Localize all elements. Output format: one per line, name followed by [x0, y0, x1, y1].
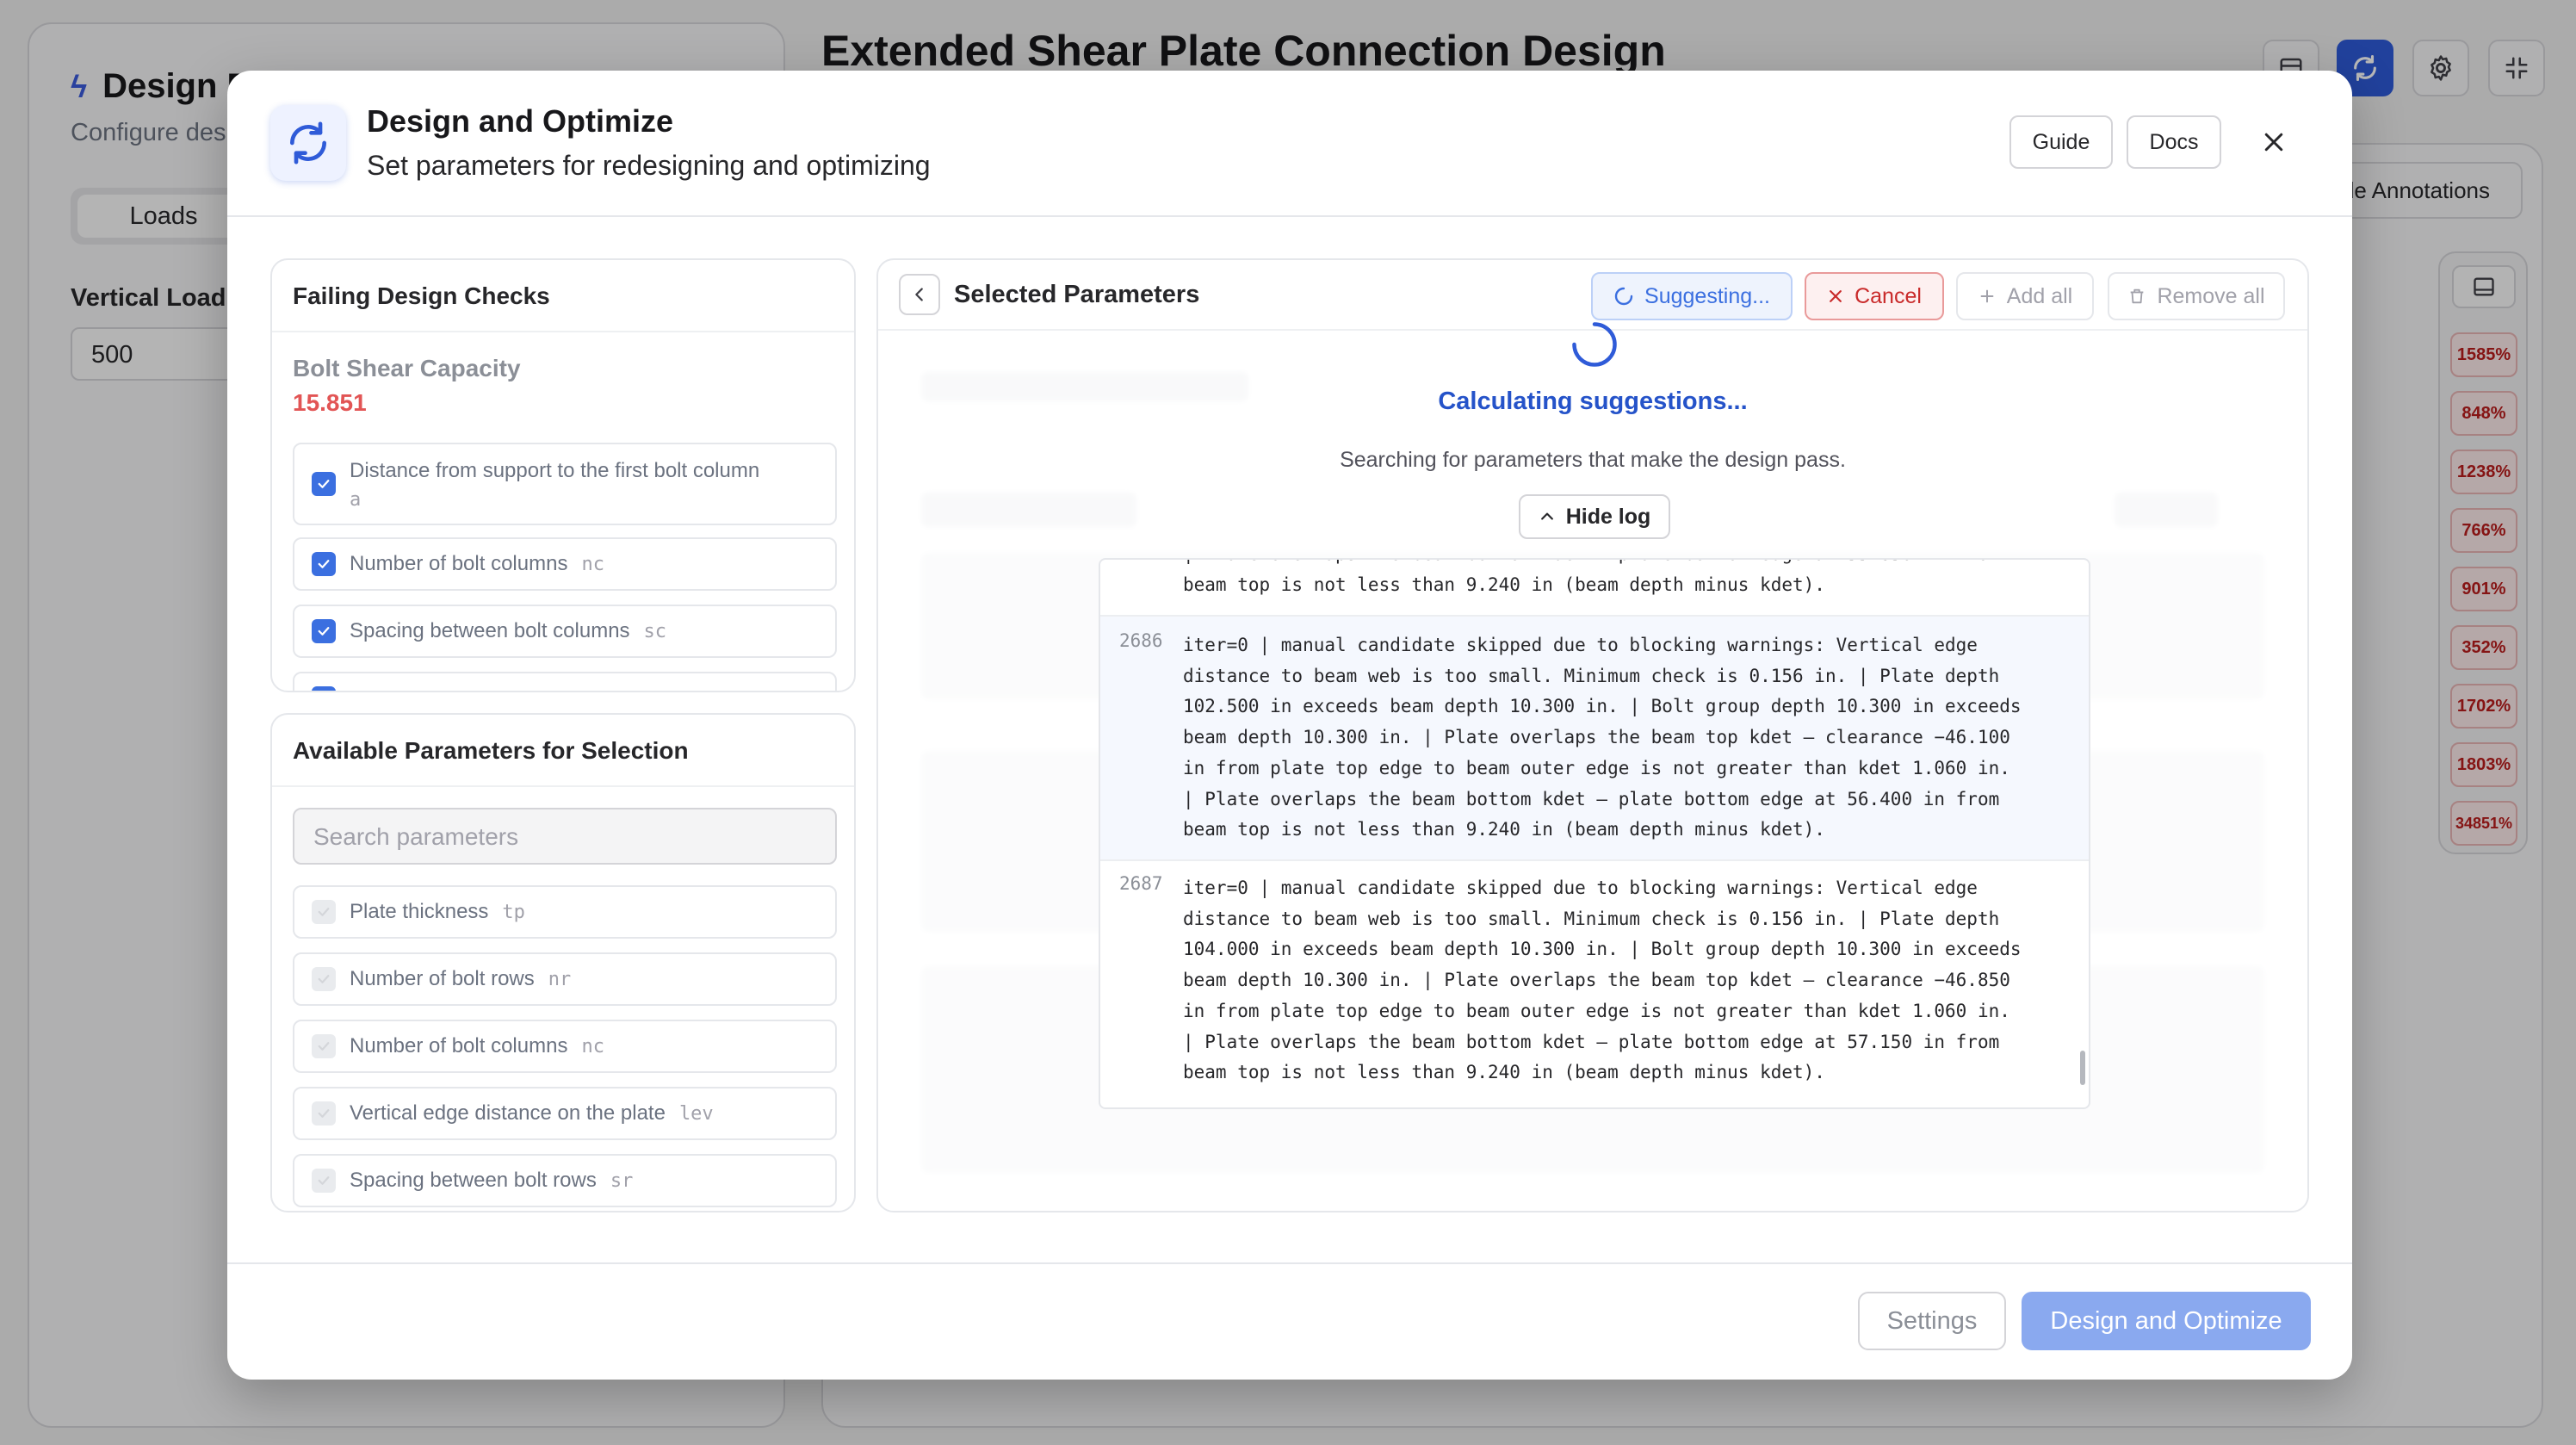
param-item-sr[interactable]: Spacing between bolt rows sr [293, 1154, 837, 1207]
check-value: 15.851 [293, 389, 367, 416]
selected-params-title: Selected Parameters [954, 281, 1200, 308]
available-params-title: Available Parameters for Selection [272, 715, 854, 787]
back-button[interactable] [899, 274, 940, 315]
design-optimize-modal: Design and Optimize Set parameters for r… [227, 71, 2352, 1380]
modal-title: Design and Optimize [367, 103, 674, 139]
modal-subtitle: Set parameters for redesigning and optim… [367, 150, 931, 181]
cancel-button[interactable]: Cancel [1805, 272, 1944, 320]
design-optimize-button[interactable]: Design and Optimize [2022, 1292, 2311, 1350]
settings-button[interactable]: Settings [1858, 1292, 2006, 1350]
calculating-subtitle: Searching for parameters that make the d… [1340, 448, 1846, 472]
spinner-icon [1614, 287, 1633, 306]
hide-log-button[interactable]: Hide log [1519, 494, 1670, 539]
trash-icon [2131, 288, 2144, 304]
checkbox-unchecked[interactable] [312, 1034, 336, 1058]
calculating-title: Calculating suggestions... [1438, 388, 1748, 415]
selected-params-panel: Selected Parameters Suggesting... Cancel… [876, 258, 2309, 1212]
failing-checks-panel: Failing Design Checks Bolt Shear Capacit… [270, 258, 856, 692]
checkbox-unchecked[interactable] [312, 967, 336, 991]
checkbox-checked[interactable] [312, 619, 336, 643]
modal-icon [270, 105, 346, 181]
param-item-lev[interactable]: Vertical edge distance on the plate lev [293, 1087, 837, 1140]
suggesting-button[interactable]: Suggesting... [1591, 272, 1793, 320]
close-icon [1830, 290, 1842, 302]
checkbox-unchecked[interactable] [312, 900, 336, 924]
checkbox-unchecked[interactable] [312, 1169, 336, 1193]
log-panel[interactable]: | Plate overlaps the beam bottom kdet — … [1099, 558, 2090, 1109]
chevron-left-icon [915, 288, 923, 301]
param-item-tp[interactable]: Plate thickness tp [293, 885, 837, 939]
modal-header: Design and Optimize Set parameters for r… [227, 71, 2352, 217]
param-item-a[interactable]: Distance from support to the first bolt … [293, 443, 837, 525]
remove-all-button[interactable]: Remove all [2108, 272, 2285, 320]
param-item-nr[interactable]: Number of bolt rows nr [293, 952, 837, 1006]
param-item-partial[interactable] [293, 672, 837, 691]
close-button[interactable] [2256, 124, 2292, 160]
log-entry: 2687 iter=0 | manual candidate skipped d… [1119, 873, 2022, 1083]
log-scrollbar[interactable] [2080, 1051, 2085, 1085]
check-name: Bolt Shear Capacity [293, 355, 521, 381]
log-entry: 2686 iter=0 | manual candidate skipped d… [1100, 617, 2089, 861]
param-item-sc[interactable]: Spacing between bolt columns sc [293, 605, 837, 658]
available-params-panel: Available Parameters for Selection Searc… [270, 713, 856, 1212]
guide-button[interactable]: Guide [2009, 115, 2113, 169]
checkbox-checked[interactable] [312, 552, 336, 576]
add-all-button[interactable]: Add all [1956, 272, 2094, 320]
param-item-nc[interactable]: Number of bolt columns nc [293, 1020, 837, 1073]
failing-checks-title: Failing Design Checks [272, 260, 854, 332]
refresh-icon [290, 121, 326, 164]
checkbox-checked[interactable] [312, 472, 336, 496]
checkbox-unchecked[interactable] [312, 1101, 336, 1126]
plus-icon [1980, 289, 1994, 303]
chevron-up-icon [1540, 512, 1553, 520]
docs-button[interactable]: Docs [2127, 115, 2221, 169]
log-entry: | Plate overlaps the beam bottom kdet — … [1100, 560, 2089, 617]
loading-spinner-icon [1572, 322, 1617, 367]
search-input[interactable]: Search parameters [293, 808, 837, 865]
checkbox-checked[interactable] [312, 686, 336, 691]
param-item-nc[interactable]: Number of bolt columns nc [293, 537, 837, 591]
close-icon [2264, 133, 2283, 152]
